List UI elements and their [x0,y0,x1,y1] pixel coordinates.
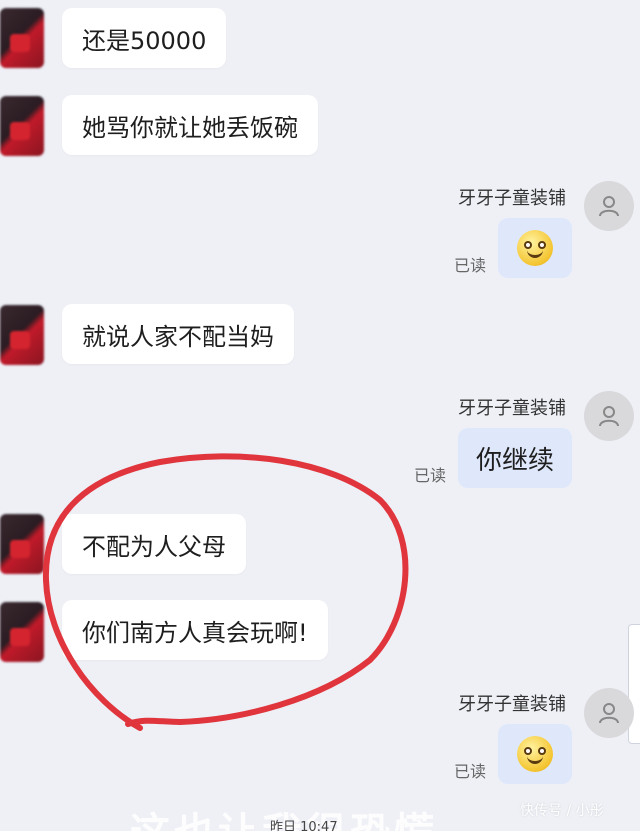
user-avatar[interactable] [584,181,634,231]
message-bubble-right [498,724,572,784]
message-bubble-left: 还是50000 [62,8,227,68]
smile-emoji-icon [517,230,553,266]
message-bubble-left: 她骂你就让她丢饭碗 [62,95,318,155]
message-text: 不配为人父母 [82,532,226,561]
message-text: 你们南方人真会玩啊! [82,618,308,647]
contact-avatar[interactable] [0,96,44,156]
contact-avatar[interactable] [0,514,44,574]
user-avatar[interactable] [584,688,634,738]
sender-name: 牙牙子童装铺 [458,188,566,209]
contact-avatar[interactable] [0,8,44,68]
message-bubble-left: 你们南方人真会玩啊! [62,600,328,660]
contact-avatar[interactable] [0,602,44,662]
read-status: 已读 [414,466,447,485]
timestamp-partial: 昨日 10:47 [270,820,338,831]
read-status: 已读 [454,256,487,275]
user-icon [599,406,619,427]
message-text: 她骂你就让她丢饭碗 [82,113,298,142]
contact-avatar[interactable] [0,305,44,365]
message-text: 还是50000 [82,26,207,55]
read-status: 已读 [454,762,487,781]
message-bubble-left: 就说人家不配当妈 [62,304,294,364]
watermark: 快传号 / 小彤 [520,803,604,819]
user-icon [599,196,619,217]
user-avatar[interactable] [584,391,634,441]
message-bubble-left: 不配为人父母 [62,514,246,574]
message-bubble-right [498,218,572,278]
sender-name: 牙牙子童装铺 [458,694,566,715]
message-text: 你继续 [475,445,554,476]
sender-name: 牙牙子童装铺 [458,398,566,419]
smile-emoji-icon [517,736,553,772]
message-text: 就说人家不配当妈 [82,322,274,351]
user-icon [599,703,619,724]
message-bubble-right: 你继续 [458,428,572,488]
